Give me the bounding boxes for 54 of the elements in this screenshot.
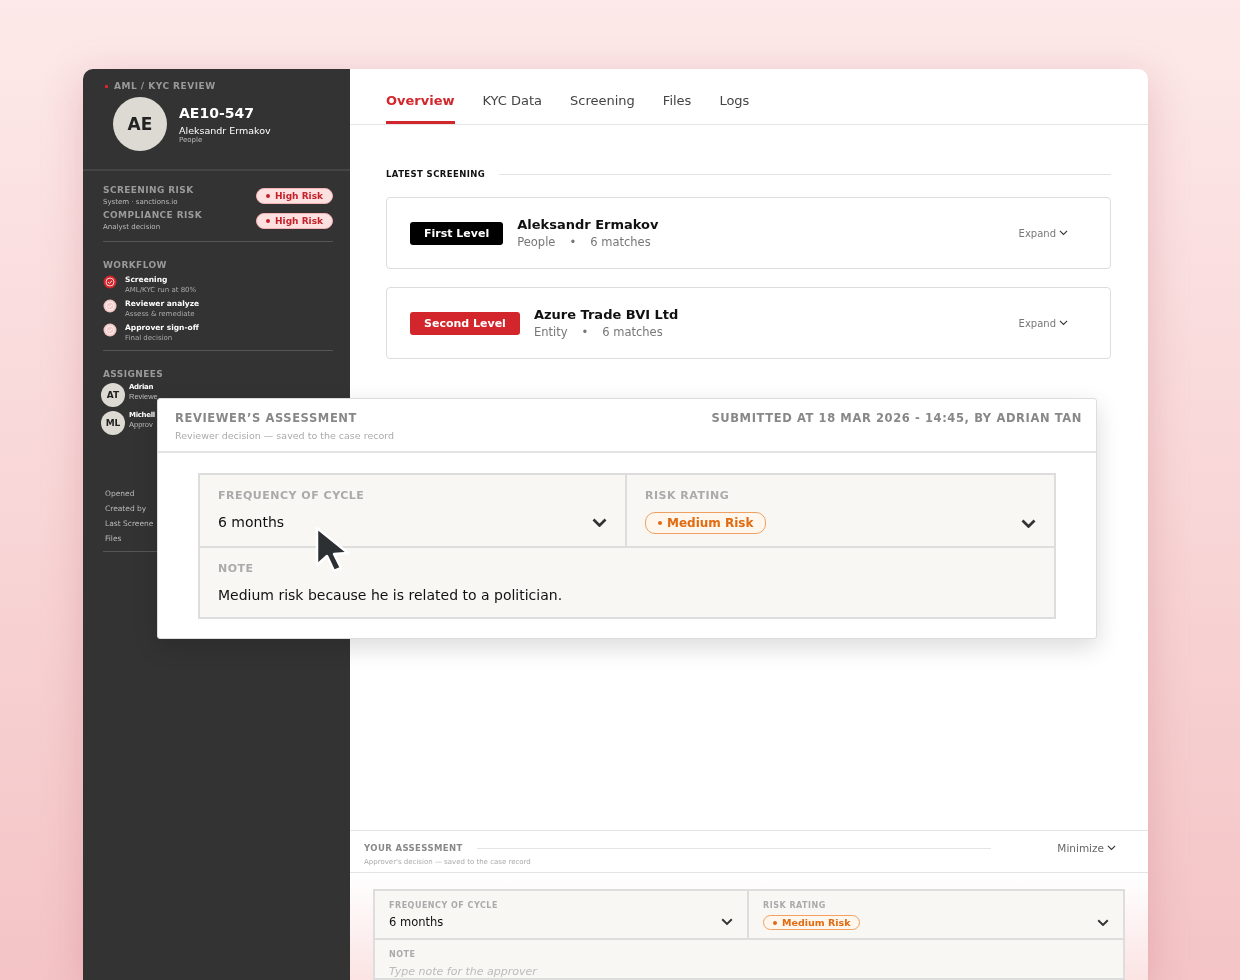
tab[interactable]: Overview	[386, 69, 455, 124]
separator-dot: •	[581, 325, 589, 339]
minimize-button[interactable]: Minimize	[1051, 841, 1122, 855]
expand-button[interactable]: Expand	[1012, 316, 1074, 330]
note-input[interactable]: Type note for the approver	[389, 965, 1109, 978]
chevron-down-icon	[1097, 918, 1109, 927]
level-badge: Second Level	[410, 311, 520, 335]
tab[interactable]: Files	[662, 69, 692, 124]
section-title: ASSIGNEES	[103, 369, 165, 379]
section-eyebrow: AML / KYC REVIEW	[114, 81, 216, 91]
match-count: 6 matches	[590, 235, 651, 249]
section-title: WORKFLOW	[103, 260, 168, 270]
avatar: AT	[101, 383, 125, 407]
frequency-select[interactable]: 6 months	[218, 514, 607, 530]
section-title: LATEST SCREENING	[386, 169, 486, 179]
risk-label: SCREENING RISK	[103, 185, 194, 195]
separator-dot: •	[569, 235, 577, 249]
subject-name: Aleksandr Ermakov	[179, 124, 271, 136]
risk-badge: High Risk	[256, 187, 333, 204]
chevron-down-icon	[721, 918, 733, 926]
risk-label: COMPLIANCE RISK	[103, 210, 202, 220]
avatar: AE	[113, 97, 167, 151]
field-label: FREQUENCY OF CYCLE	[389, 901, 499, 910]
avatar: ML	[101, 411, 125, 435]
case-id: AE10-547	[179, 104, 255, 121]
section-title: YOUR ASSESSMENT	[364, 843, 463, 853]
field-label: NOTE	[218, 562, 255, 575]
chevron-down-icon	[1107, 845, 1116, 851]
chevron-down-icon	[1059, 230, 1068, 236]
card-subtitle: Reviewer decision — saved to the case record	[175, 430, 395, 441]
field-label: FREQUENCY OF CYCLE	[218, 489, 366, 502]
match-type: Entity	[533, 325, 568, 339]
chevron-down-icon	[1021, 518, 1036, 528]
tab[interactable]: Screening	[570, 69, 635, 124]
tab[interactable]: KYC Data	[482, 69, 543, 124]
match-count: 6 matches	[602, 325, 663, 339]
match-name: Aleksandr Ermakov	[517, 217, 659, 232]
risk-badge: High Risk	[256, 212, 333, 229]
match-name: Azure Trade BVI Ltd	[533, 307, 679, 322]
field-label: RISK RATING	[763, 901, 827, 910]
field-label: NOTE	[389, 950, 417, 959]
chevron-down-icon	[592, 517, 607, 527]
note-text: Medium risk because he is related to a politician.	[218, 587, 564, 603]
risk-badge: Medium Risk	[763, 915, 861, 930]
field-label: RISK RATING	[645, 489, 731, 502]
submitted-info: SUBMITTED AT 18 MAR 2026 - 14:45, BY ADRIAN TAN	[711, 411, 1082, 427]
level-badge: First Level	[410, 221, 504, 245]
tab[interactable]: Logs	[719, 69, 750, 124]
risk-badge: Medium Risk	[645, 512, 767, 534]
expand-button[interactable]: Expand	[1012, 226, 1074, 240]
chevron-down-icon	[1059, 320, 1068, 326]
card-title: REVIEWER’S ASSESSMENT	[175, 411, 359, 425]
frequency-select[interactable]: 6 months	[389, 915, 733, 929]
match-type: People	[517, 235, 556, 249]
